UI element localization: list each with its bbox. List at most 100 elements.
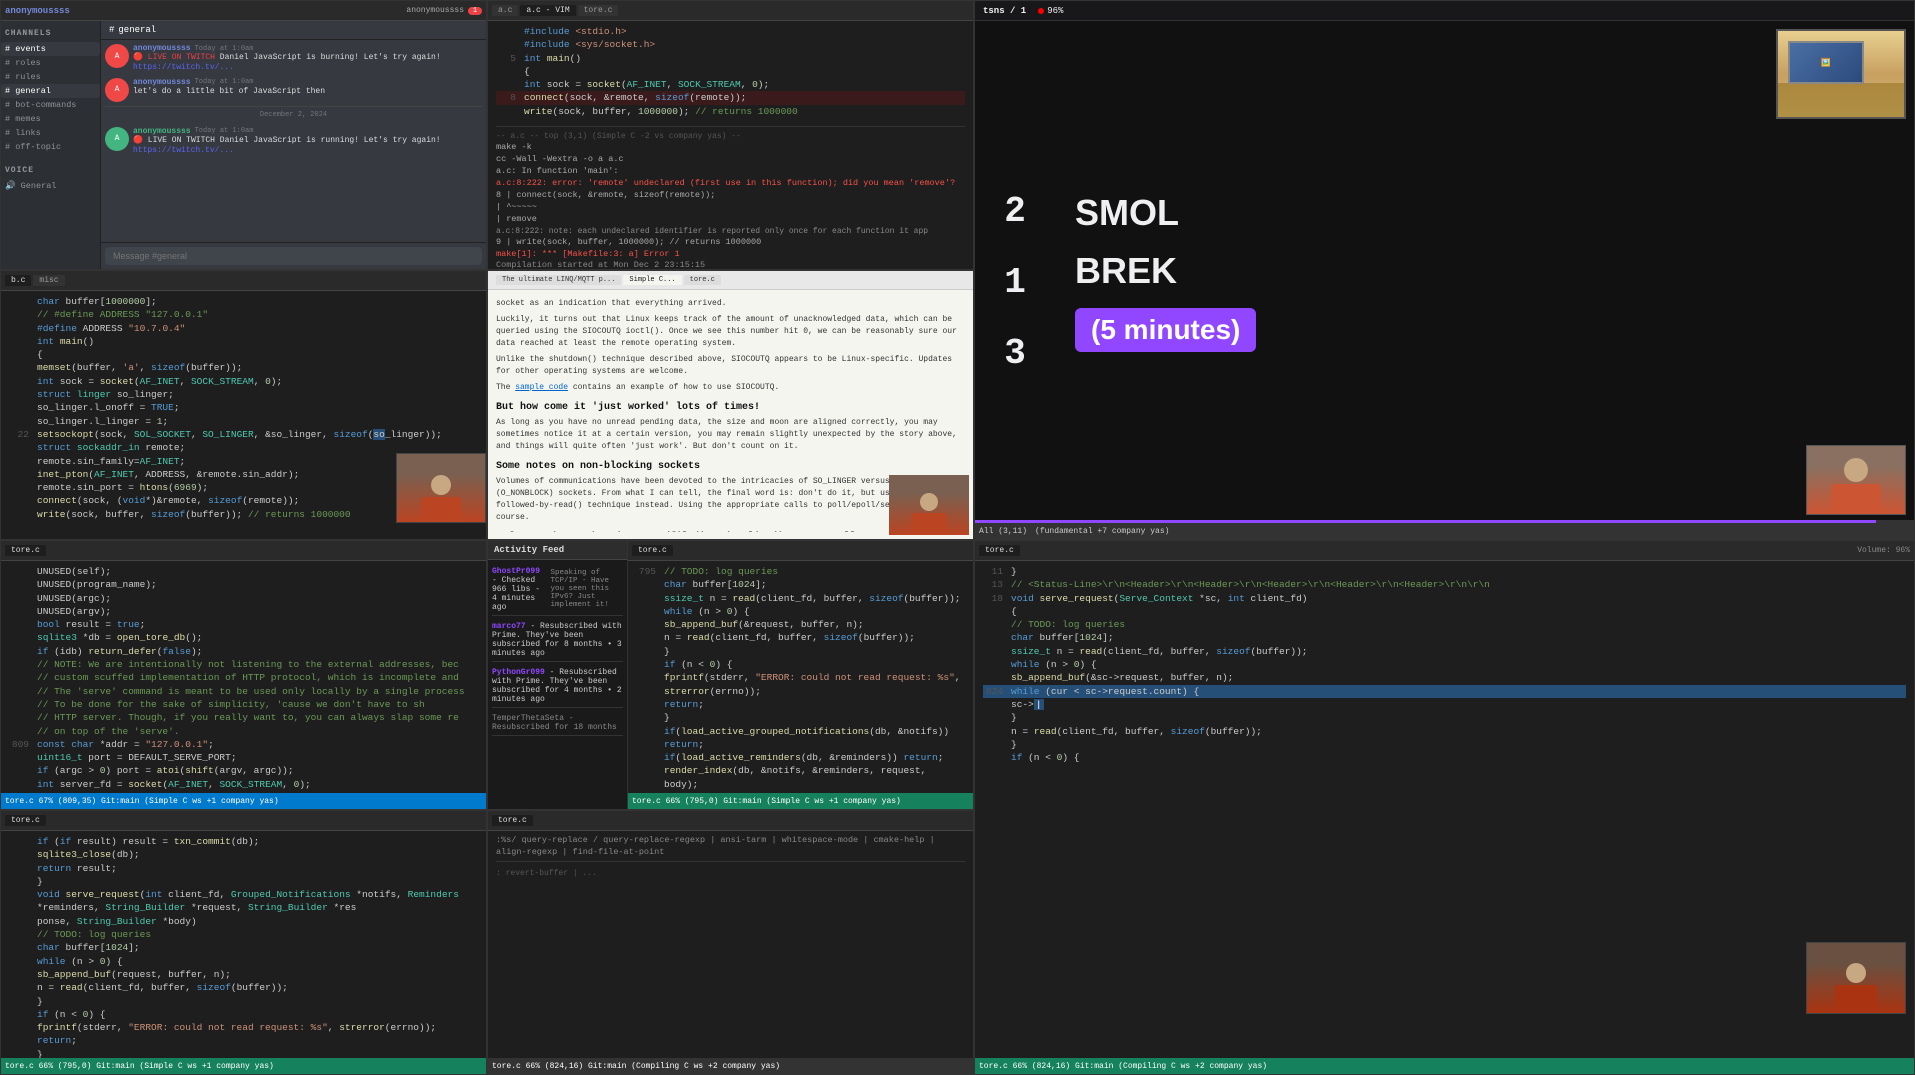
bbl-line-15: } [9, 1048, 478, 1058]
br-person-head [1846, 963, 1866, 983]
discord-chat-input[interactable] [105, 247, 482, 265]
tab-misc[interactable]: misc [33, 275, 64, 286]
webcam-person [1807, 446, 1905, 514]
bottom-left-status-bar: tore.c 67% (809,35) Git:main (Simple C w… [1, 793, 486, 809]
middle-left-code-panel: b.c misc char buffer[1000000]; // #defin… [0, 270, 487, 540]
channel-header: # general [101, 21, 486, 40]
br-line-buf: char buffer[1024]; [983, 631, 1906, 644]
person-head [1844, 458, 1868, 482]
discord-message-3: A anonymoussss Today at 1:0am 🔴 LIVE ON … [105, 127, 482, 157]
channel-item-events[interactable]: # events [1, 42, 100, 56]
blog-tab-1[interactable]: The ultimate LINQ/MQTT p... [496, 275, 621, 285]
person-body [1831, 484, 1881, 514]
ml-line-8: memset(buffer, 'a', sizeof(buffer)); [9, 361, 478, 374]
ml-line-10: int sock = socket(AF_INET, SOCK_STREAM, … [9, 375, 478, 388]
blog-person-body [911, 513, 947, 535]
tab-tore-bbm[interactable]: tore.c [492, 815, 533, 826]
bbl-status-bar: tore.c 66% (795,0) Git:main (Simple C ws… [1, 1058, 486, 1074]
ml-line-11: struct linger so_linger; [9, 388, 478, 401]
tab-bc[interactable]: b.c [5, 275, 31, 286]
ml-line-3: // #define ADDRESS "127.0.0.1" [9, 308, 478, 321]
stream-top-bar: tsns / 1 96% [975, 1, 1914, 21]
br-line-open: { [983, 605, 1906, 618]
progress-fill [975, 520, 1876, 523]
channel-item-memes[interactable]: # memes [1, 112, 100, 126]
bm-line-10: return; [636, 698, 965, 711]
tab-tore[interactable]: tore.c [578, 5, 619, 16]
channel-item-rules[interactable]: # rules [1, 70, 100, 84]
blog-para-1: Luckily, it turns out that Linux keeps t… [496, 314, 965, 350]
smol-label: SMOL [1075, 192, 1179, 234]
discord-input-area[interactable] [101, 242, 486, 269]
stream-progress [975, 520, 1914, 523]
main-stream-panel: tsns / 1 96% 2 1 3 SMOL BREK (5 minutes) [974, 0, 1915, 540]
bl-line-4: UNUSED(argv); [9, 605, 478, 618]
activity-sub-4: TemperThetaSeta - Resubscribed for 18 mo… [492, 714, 623, 732]
msg-time-3: Today at 1:0am [195, 127, 254, 135]
bbl-line-4: } [9, 875, 478, 888]
code-line-5: 5 int main() [496, 52, 965, 65]
bottom-left-code-panel: tore.c UNUSED(self); UNUSED(program_name… [0, 540, 487, 810]
blog-heading-2: Some notes on non-blocking sockets [496, 459, 965, 474]
bl-line-809: 809 const char *addr = "127.0.0.1"; [9, 738, 478, 751]
ml-line-13: so_linger.l_linger = 1; [9, 415, 478, 428]
bl-line-2: UNUSED(program_name); [9, 578, 478, 591]
channel-item-offtopic[interactable]: # off-topic [1, 140, 100, 154]
channel-item-bot[interactable]: # bot-commands [1, 98, 100, 112]
bottom-right-code-panel: tore.c Volume: 96% 11 } 13 // <Status-Li… [974, 540, 1915, 1075]
channel-item-links[interactable]: # links [1, 126, 100, 140]
ml-line-6: int main() [9, 335, 478, 348]
bl-line-6: sqlite3 *db = open_tore_db(); [9, 631, 478, 644]
channel-item-roles[interactable]: # roles [1, 56, 100, 70]
discord-notification-badge: 1 [468, 7, 482, 15]
discord-messages-area: # general A anonymoussss Today at 1:0am [101, 21, 486, 269]
bbl-line-todo: // TODO: log queries [9, 928, 478, 941]
bbl-line-3: return result; [9, 862, 478, 875]
tab-ac[interactable]: a.c - VIM [520, 5, 575, 16]
bottom-left-code-area: UNUSED(self); UNUSED(program_name); UNUS… [1, 561, 486, 793]
bbl-line-10: n = read(client_fd, buffer, sizeof(buffe… [9, 981, 478, 994]
bottom-middle-status-bar: tore.c 66% (795,0) Git:main (Simple C ws… [628, 793, 973, 809]
code-line-6: { [496, 65, 965, 78]
tab-tore-bbl[interactable]: tore.c [5, 815, 46, 826]
bottom-middle-code-area: 795 // TODO: log queries char buffer[102… [628, 561, 973, 793]
blog-tab-active[interactable]: Simple C... [623, 275, 681, 285]
tab-tore-bottom-left[interactable]: tore.c [5, 545, 46, 556]
stream-numbers-col: 2 1 3 [975, 21, 1055, 523]
middle-left-header: b.c misc [1, 271, 486, 291]
discord-header-tabs: anonymoussss [406, 6, 464, 15]
bm-line-9: fprintf(stderr, "ERROR: could not read r… [636, 671, 965, 698]
channel-item-general[interactable]: # general [1, 84, 100, 98]
sample-code-link[interactable]: sample code [515, 383, 568, 392]
bbl-header: tore.c [1, 811, 486, 831]
tab-tore-bm[interactable]: tore.c [632, 545, 673, 556]
tab-stdio[interactable]: a.c [492, 5, 518, 16]
activity-sub-1: Speaking of TCP/IP - Have you seen this … [550, 569, 623, 612]
discord-header: anonymoussss anonymoussss 1 [1, 1, 486, 21]
blog-heading-1: But how come it 'just worked' lots of ti… [496, 400, 965, 415]
msg-avatar-3: A [105, 127, 129, 151]
ml-line-22: 22 setsockopt(sock, SOL_SOCKET, SO_LINGE… [9, 428, 478, 441]
discord-message-2: A anonymoussss Today at 1:0am let's do a… [105, 78, 482, 102]
ml-webcam-person [397, 454, 485, 522]
bl-line-7: if (idb) return_defer(false); [9, 645, 478, 658]
tab-bar-top-middle: a.c a.c - VIM tore.c [492, 5, 618, 16]
br-webcam [1806, 942, 1906, 1014]
bm-line-3: ssize_t n = read(client_fd, buffer, size… [636, 592, 965, 605]
viewer-count: 96% [1038, 6, 1063, 16]
code-line-1: #include <stdio.h> [496, 25, 965, 38]
discord-messages-list: A anonymoussss Today at 1:0am 🔴 LIVE ON … [101, 40, 486, 242]
viewer-number: 96% [1047, 6, 1063, 16]
br-line-11: 11 } [983, 565, 1906, 578]
br-volume-label: Volume: 96% [1857, 546, 1910, 555]
blog-tab-3[interactable]: tore.c [684, 275, 721, 285]
channel-item-voice[interactable]: 🔊 General [1, 179, 100, 193]
msg-avatar-2: A [105, 78, 129, 102]
br-line-close2: } [983, 738, 1906, 751]
voice-label: VOICE [1, 162, 100, 179]
tab-tore-br[interactable]: tore.c [979, 545, 1020, 556]
br-line-sb: sb_append_buf(&sc->request, buffer, n); [983, 671, 1906, 684]
msg-content-2: anonymoussss Today at 1:0am let's do a l… [133, 78, 482, 102]
progress-track [975, 520, 1914, 523]
bottom-left-header: tore.c [1, 541, 486, 561]
